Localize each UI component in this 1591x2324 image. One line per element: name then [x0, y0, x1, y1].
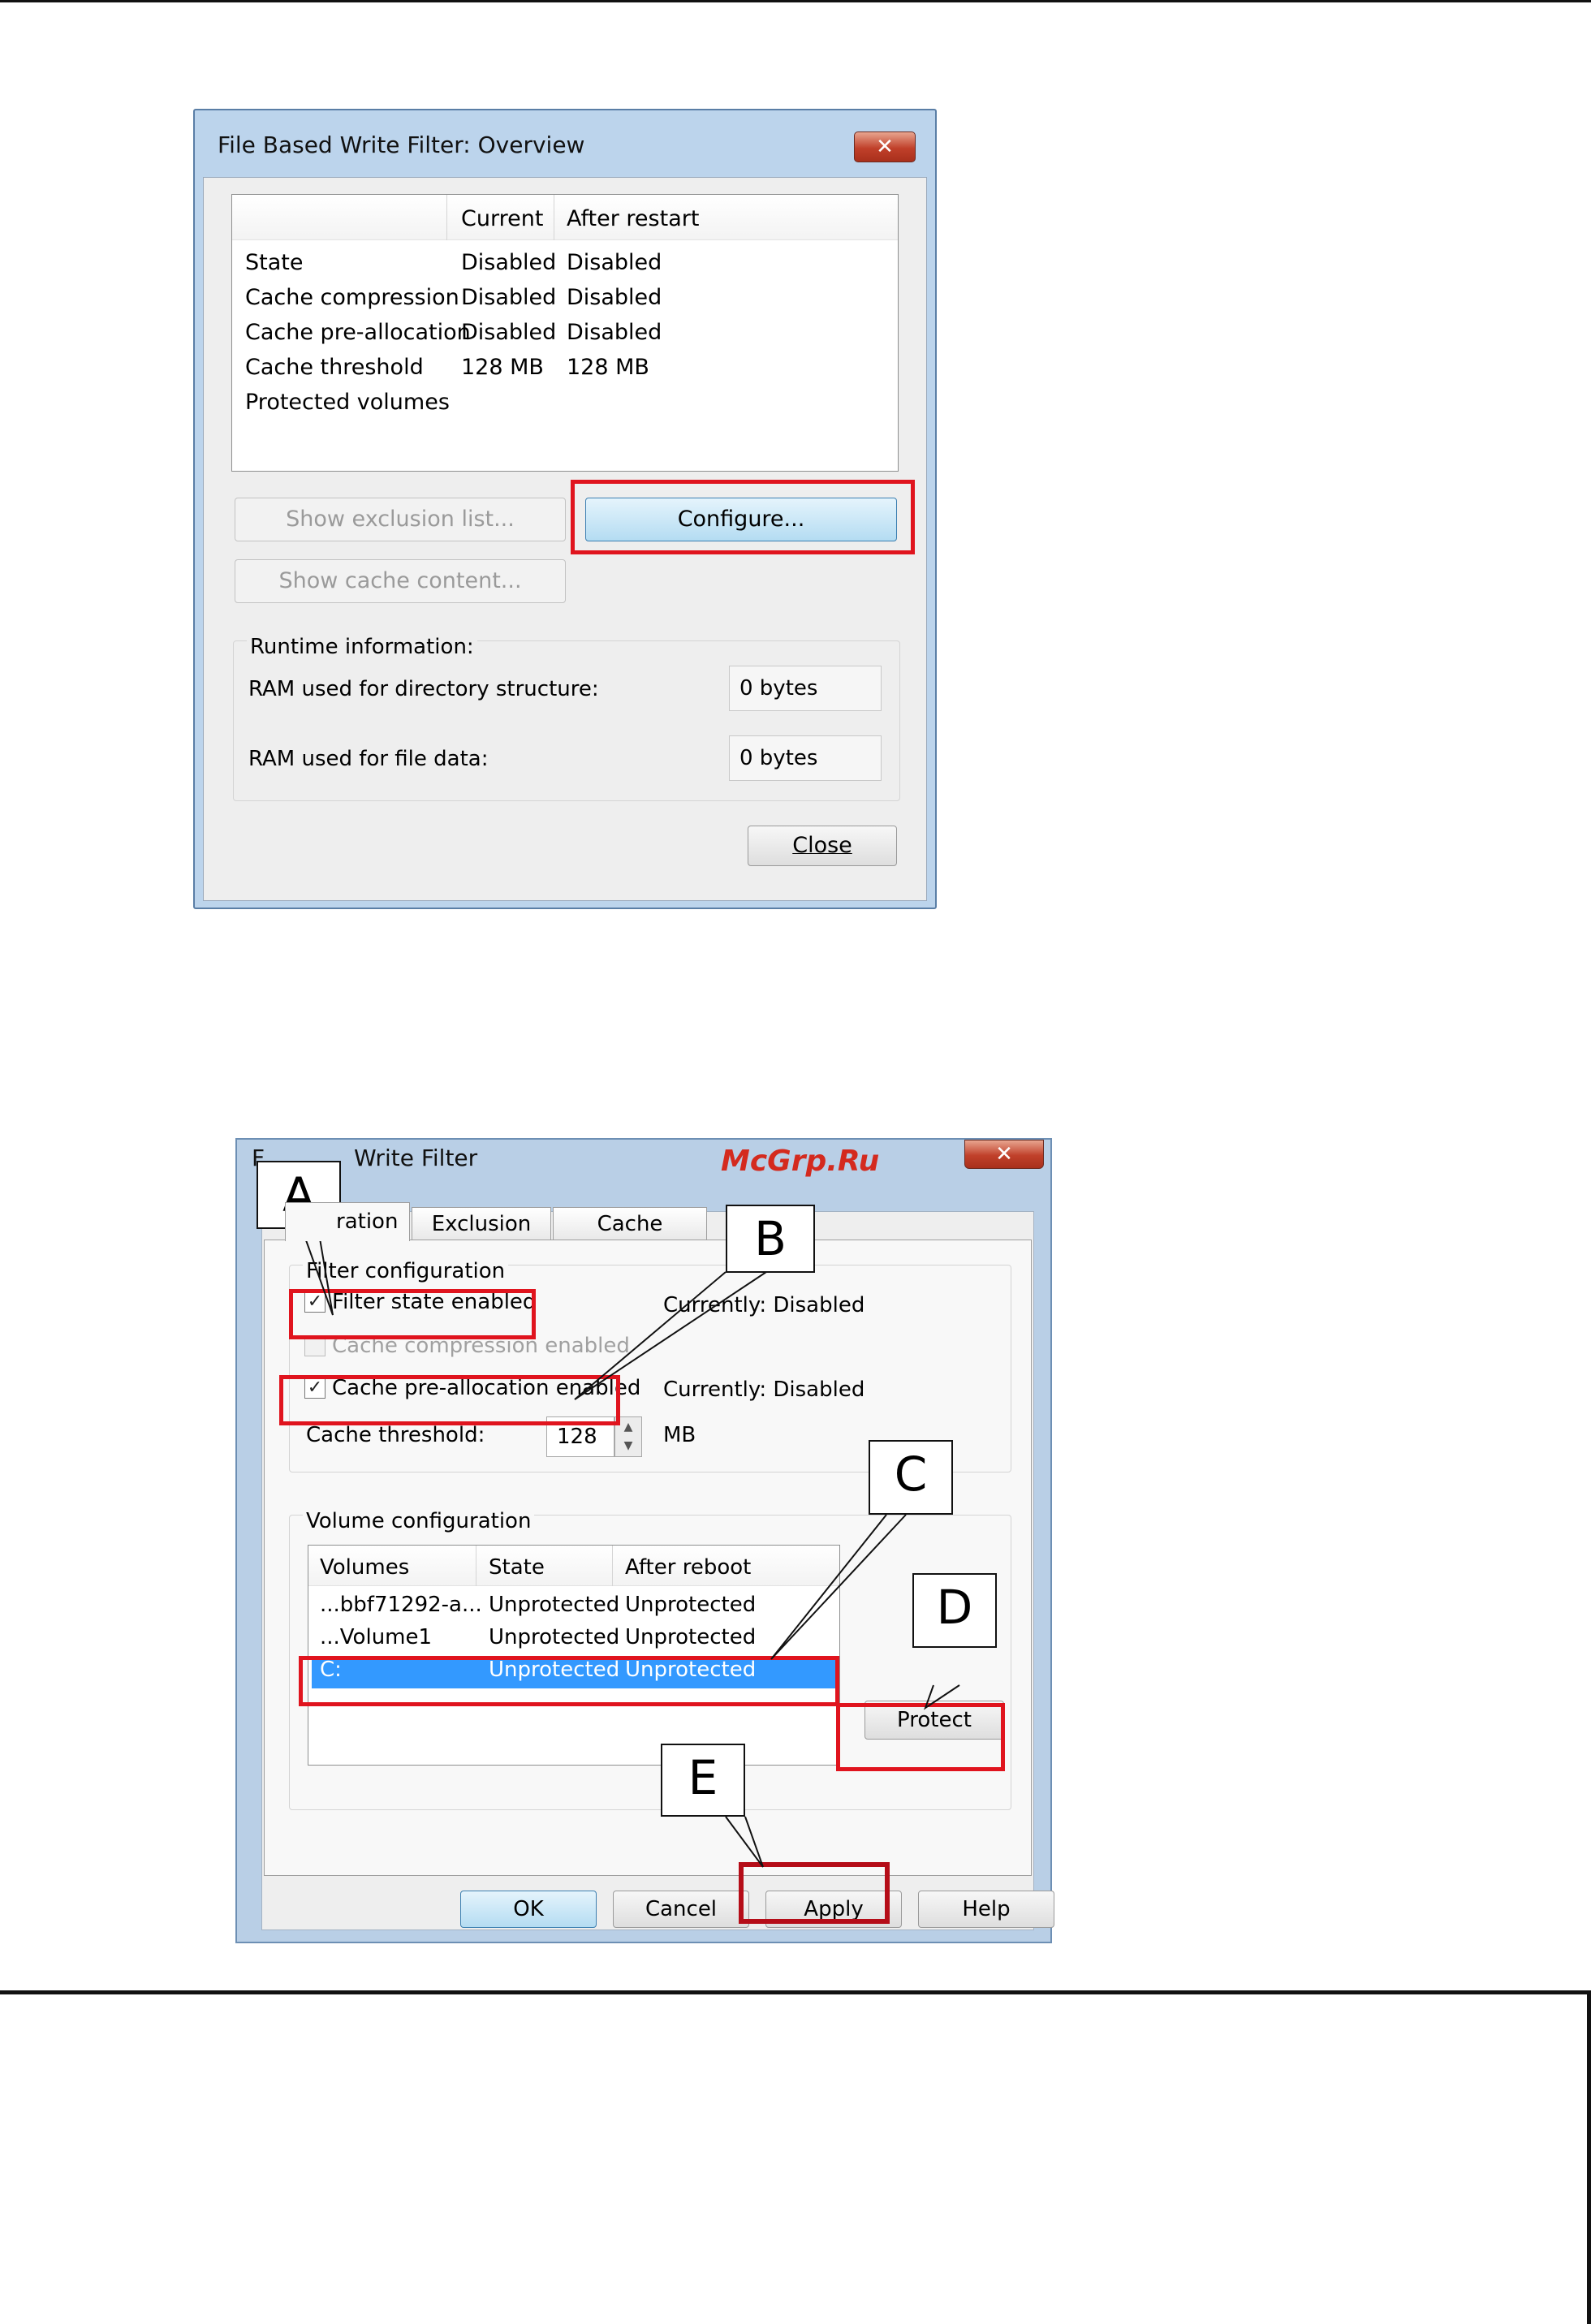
callout-b: B — [726, 1205, 815, 1273]
callout-c: C — [869, 1440, 953, 1515]
callout-c-leader — [770, 1514, 907, 1660]
callout-d-leader — [924, 1684, 960, 1710]
callout-d: D — [912, 1573, 997, 1648]
callout-e: E — [661, 1744, 745, 1817]
callout-leaders — [301, 1228, 960, 1868]
callout-e-leader — [725, 1816, 764, 1868]
callout-b-leader — [574, 1271, 767, 1400]
footer-frame — [0, 1990, 1591, 2324]
callout-a-leader — [301, 1228, 334, 1316]
tab-configuration[interactable]: ration — [285, 1202, 410, 1241]
tab-configuration-label: ration — [336, 1209, 399, 1234]
